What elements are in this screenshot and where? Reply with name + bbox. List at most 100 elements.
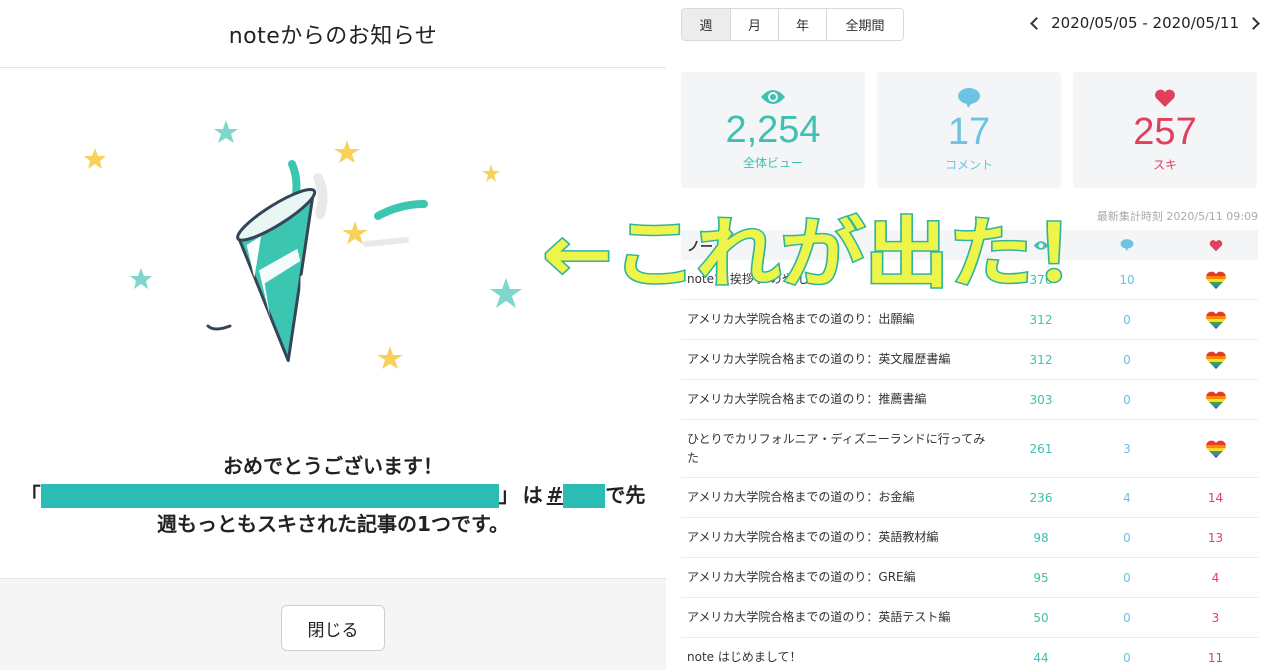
comments-value: 17 xyxy=(947,111,991,153)
row-views: 95 xyxy=(1033,570,1049,585)
row-likes-cell xyxy=(1173,350,1258,370)
likes-card: 257 スキ xyxy=(1073,72,1257,188)
row-likes-cell: 11 xyxy=(1173,651,1258,665)
after-rank-text: で先 xyxy=(605,483,646,507)
heart-icon xyxy=(1209,239,1222,251)
likes-label: スキ xyxy=(1152,158,1177,172)
row-likes-cell: 13 xyxy=(1173,531,1258,545)
tab-month[interactable]: 月 xyxy=(731,9,779,40)
table-row[interactable]: アメリカ大学院合格までの道のり：英語テスト編 50 0 3 xyxy=(681,598,1258,638)
row-title[interactable]: アメリカ大学院合格までの道のり：英文履歴書編 xyxy=(681,350,1001,369)
row-views: 50 xyxy=(1033,610,1049,625)
star-icon xyxy=(482,164,500,182)
views-label: 全体ビュー xyxy=(742,156,803,170)
rainbow-heart-icon xyxy=(1205,440,1226,458)
annotation-text: ←これが出た！ xyxy=(542,209,1117,298)
annotation-callout: ←これが出た！ xyxy=(542,208,1119,300)
rainbow-heart-icon xyxy=(1205,311,1226,329)
open-quote: 「 xyxy=(20,483,41,507)
row-views: 261 xyxy=(1029,441,1053,456)
hashtag-prefix: # xyxy=(546,483,564,507)
notification-modal: noteからのお知らせ おめでとうございます！ 「 」 は # で先 週もっとも… xyxy=(0,0,666,670)
row-likes: 13 xyxy=(1207,530,1224,545)
star-icon xyxy=(334,140,360,163)
row-likes-cell xyxy=(1173,270,1258,290)
summary-cards: 2,254 全体ビュー 17 コメント 257 スキ xyxy=(681,72,1257,188)
period-tabs: 週 月 年 全期間 xyxy=(681,8,904,41)
row-comments: 0 xyxy=(1123,650,1131,665)
redacted-hashtag xyxy=(563,483,606,508)
congrats-detail: 「 」 は # で先 xyxy=(0,481,666,510)
star-icon xyxy=(342,221,368,244)
row-likes: 4 xyxy=(1211,570,1220,585)
rainbow-heart-icon xyxy=(1205,351,1226,369)
row-title[interactable]: アメリカ大学院合格までの道のり：出願編 xyxy=(681,310,1001,329)
table-row[interactable]: アメリカ大学院合格までの道のり：英語教材編 98 0 13 xyxy=(681,518,1258,558)
star-icon xyxy=(377,346,403,369)
heart-icon xyxy=(1155,89,1175,107)
row-likes-cell xyxy=(1173,310,1258,330)
table-row[interactable]: アメリカ大学院合格までの道のり：推薦書編 303 0 xyxy=(681,380,1258,420)
row-title[interactable]: アメリカ大学院合格までの道のり：英語教材編 xyxy=(681,528,1001,547)
row-likes-cell: 3 xyxy=(1173,611,1258,625)
row-likes: 3 xyxy=(1211,610,1220,625)
congrats-heading: おめでとうございます！ xyxy=(223,454,443,478)
rainbow-heart-icon xyxy=(1205,391,1226,409)
eye-icon xyxy=(761,90,785,104)
table-row[interactable]: アメリカ大学院合格までの道のり：GRE編 95 0 4 xyxy=(681,558,1258,598)
row-comments: 0 xyxy=(1123,610,1131,625)
row-comments: 0 xyxy=(1123,570,1131,585)
row-comments: 0 xyxy=(1123,392,1131,407)
chevron-left-icon[interactable] xyxy=(1030,16,1044,30)
row-likes-cell xyxy=(1173,390,1258,410)
table-row[interactable]: アメリカ大学院合格までの道のり：英文履歴書編 312 0 xyxy=(681,340,1258,380)
close-button[interactable]: 閉じる xyxy=(281,605,385,651)
row-views: 44 xyxy=(1033,650,1049,665)
redacted-article-title xyxy=(40,483,499,508)
row-title[interactable]: アメリカ大学院合格までの道のり：英語テスト編 xyxy=(681,608,1001,627)
comments-label: コメント xyxy=(944,158,993,172)
row-comments: 0 xyxy=(1123,530,1131,545)
rainbow-heart-icon xyxy=(1205,271,1226,289)
star-icon xyxy=(214,120,238,143)
tab-week[interactable]: 週 xyxy=(682,9,731,40)
row-title[interactable]: ひとりでカリフォルニア・ディズニーランドに行ってみた xyxy=(681,430,1001,468)
row-comments: 4 xyxy=(1123,490,1131,505)
tab-year[interactable]: 年 xyxy=(779,9,827,40)
row-title[interactable]: アメリカ大学院合格までの道のり：推薦書編 xyxy=(681,390,1001,409)
row-views: 236 xyxy=(1029,490,1053,505)
row-likes: 11 xyxy=(1207,650,1224,665)
table-row[interactable]: ひとりでカリフォルニア・ディズニーランドに行ってみた 261 3 xyxy=(681,420,1258,478)
row-title[interactable]: アメリカ大学院合格までの道のり：GRE編 xyxy=(681,568,1001,587)
row-likes-cell: 4 xyxy=(1173,571,1258,585)
stats-panel: 週 月 年 全期間 2020/05/05 - 2020/05/11 2,254 … xyxy=(666,0,1280,670)
modal-footer: 閉じる xyxy=(0,578,666,670)
header-likes xyxy=(1173,239,1258,252)
star-icon xyxy=(130,268,152,289)
row-title[interactable]: note はじめまして！ xyxy=(681,648,1001,667)
views-value: 2,254 xyxy=(725,109,821,151)
date-range-label: 2020/05/05 - 2020/05/11 xyxy=(1051,14,1239,32)
row-views: 312 xyxy=(1029,352,1053,367)
table-row[interactable]: note はじめまして！ 44 0 11 xyxy=(681,638,1258,670)
likes-value: 257 xyxy=(1133,111,1197,153)
close-quote: 」 xyxy=(498,483,519,507)
congrats-tail: 週もっともスキされた記事の1つです。 xyxy=(157,512,509,536)
comment-icon xyxy=(958,88,980,108)
table-row[interactable]: アメリカ大学院合格までの道のり：お金編 236 4 14 xyxy=(681,478,1258,518)
tab-all-time[interactable]: 全期間 xyxy=(827,9,903,40)
views-card: 2,254 全体ビュー xyxy=(681,72,865,188)
comments-card: 17 コメント xyxy=(877,72,1061,188)
star-icon xyxy=(490,278,522,308)
row-comments: 0 xyxy=(1123,352,1131,367)
row-views: 303 xyxy=(1029,392,1053,407)
table-row[interactable]: アメリカ大学院合格までの道のり：出願編 312 0 xyxy=(681,300,1258,340)
row-title[interactable]: アメリカ大学院合格までの道のり：お金編 xyxy=(681,488,1001,507)
chevron-right-icon[interactable] xyxy=(1247,16,1260,30)
star-icon xyxy=(84,148,106,169)
particle-text: は xyxy=(522,483,543,507)
modal-title: noteからのお知らせ xyxy=(228,23,438,49)
row-likes-cell xyxy=(1173,439,1258,459)
row-likes-cell: 14 xyxy=(1173,491,1258,505)
row-views: 312 xyxy=(1029,312,1053,327)
